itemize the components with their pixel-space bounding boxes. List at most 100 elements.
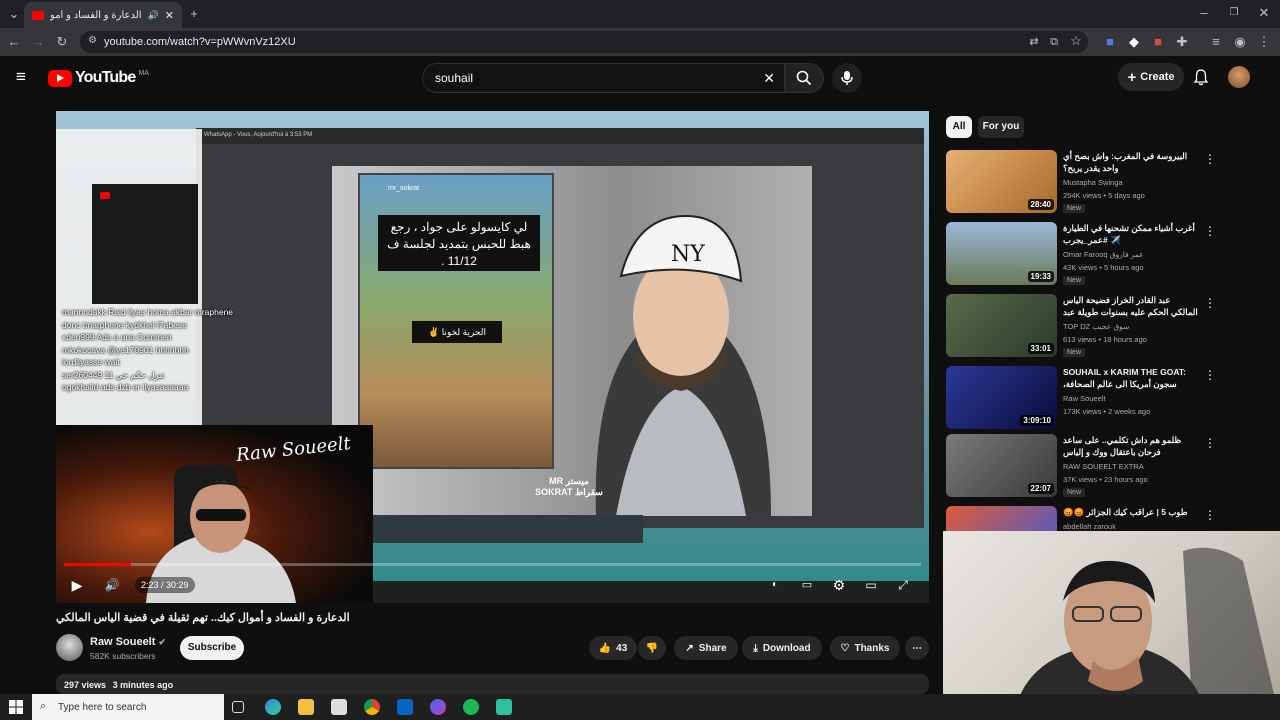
video-frame-caption: MR ميستر SOKRAT سقراط [535, 476, 603, 497]
restore-icon[interactable]: ❐ [1226, 6, 1242, 20]
upload-age: 3 minutes ago [112, 680, 174, 690]
thanks-button[interactable]: ♡ Thanks [830, 636, 900, 660]
forward-icon[interactable]: → [30, 35, 46, 49]
new-tab-icon[interactable]: + [186, 7, 202, 21]
spotify-icon[interactable] [463, 699, 479, 715]
share-button[interactable]: ↗ Share [674, 636, 738, 660]
extensions-puzzle-icon[interactable]: ✚ [1174, 35, 1190, 49]
minimize-icon[interactable]: – [1196, 6, 1212, 20]
recommendation-item[interactable]: 3:09:10 SOUHAIL x KARIM THE GOAT: سجون أ… [946, 366, 1218, 436]
video-frame-window-title: WhatsApp - Vous, Aujourd'hui à 3:53 PM [196, 128, 924, 144]
chrome-menu-icon[interactable]: ⋮ [1256, 35, 1272, 49]
browser-toolbar: ← → ↻ ⚙ youtube.com/watch?v=pWWvnVz12XU … [0, 28, 1280, 56]
bookmark-star-icon[interactable]: ☆ [1068, 34, 1084, 48]
tab-title: الدعارة و الفساد و أموال كيك.. [50, 9, 142, 21]
fullscreen-icon[interactable]: ⤢ [894, 577, 912, 593]
messenger-icon[interactable] [430, 699, 446, 715]
duration-badge: 33:01 [1027, 343, 1054, 354]
verified-check-icon: ✔ [158, 637, 167, 647]
user-avatar[interactable] [1228, 66, 1250, 88]
address-field[interactable]: ⚙ youtube.com/watch?v=pWWvnVz12XU [80, 31, 1088, 53]
create-label: Create [1140, 71, 1175, 83]
hamburger-menu-icon[interactable]: ≡ [16, 67, 26, 87]
recommendation-item[interactable]: 28:40 البيروسة في المغرب: واش بصح أي واح… [946, 150, 1218, 220]
search-button[interactable] [784, 63, 824, 93]
more-vertical-icon[interactable]: ⋮ [1204, 436, 1216, 450]
task-view-icon[interactable] [232, 701, 244, 713]
url-text: youtube.com/watch?v=pWWvnVz12XU [104, 36, 296, 48]
translate-icon[interactable]: ⇄ [1026, 35, 1042, 49]
progress-bar[interactable] [64, 563, 921, 566]
channel-name[interactable]: Raw Soueelt ✔ [90, 636, 166, 648]
chat-line: xden999 Ads a ana Commen [62, 332, 172, 342]
taskbar-search-field[interactable]: ⌕ Type here to search [32, 694, 224, 720]
windows-start-icon[interactable] [9, 700, 23, 714]
more-vertical-icon[interactable]: ⋮ [1204, 152, 1216, 166]
download-button[interactable]: ⤓ Download [742, 636, 822, 660]
voice-search-button[interactable] [832, 63, 862, 93]
recommendation-thumbnail: 28:40 [946, 150, 1057, 213]
autoplay-toggle-icon[interactable]: ◐ [766, 577, 784, 593]
outlook-icon[interactable] [397, 699, 413, 715]
recommendation-item[interactable]: طوب 5 | عراقب كيك الجزائر 😡😡 abdellah za… [946, 506, 1218, 531]
more-vertical-icon[interactable]: ⋮ [1204, 368, 1216, 382]
edge-icon[interactable] [265, 699, 281, 715]
subscribe-button[interactable]: Subscribe [180, 636, 244, 660]
chat-line: mannndakk Raid ilyas homa akbar mraphene [62, 307, 234, 317]
create-button[interactable]: + Create [1118, 63, 1184, 91]
play-icon[interactable]: ▶ [68, 577, 86, 593]
browser-tab[interactable]: الدعارة و الفساد و أموال كيك.. 🔊 ✕ [24, 2, 182, 28]
recommendation-title: البيروسة في المغرب: واش بصح أي واحد يقدر… [1063, 151, 1188, 173]
svg-text:NY: NY [671, 242, 705, 267]
search-input[interactable]: souhail ✕ [422, 63, 786, 93]
channel-name-text: Raw Soueelt [90, 636, 156, 648]
chip-for-you[interactable]: For you [978, 116, 1024, 138]
extension-2-icon[interactable]: ◆ [1126, 35, 1142, 49]
chrome-icon[interactable] [364, 699, 380, 715]
recommendation-meta: 254K views • 5 days ago [1063, 191, 1145, 200]
notifications-bell-icon[interactable] [1193, 69, 1209, 86]
app-icon[interactable] [496, 699, 512, 715]
reload-icon[interactable]: ↻ [54, 35, 70, 49]
chip-all[interactable]: All [946, 116, 972, 138]
description-box[interactable]: 297 views 3 minutes ago [56, 674, 929, 694]
extension-1-icon[interactable]: ■ [1102, 35, 1118, 49]
store-icon[interactable] [331, 699, 347, 715]
reading-list-icon[interactable]: ≡ [1208, 35, 1224, 49]
tab-close-icon[interactable]: ✕ [165, 9, 174, 22]
recommendation-meta: 173K views • 2 weeks ago [1063, 407, 1151, 416]
volume-icon[interactable]: 🔊 [103, 577, 121, 593]
logo-country: MA [138, 69, 149, 77]
profile-icon[interactable]: ◉ [1232, 35, 1248, 49]
audio-icon[interactable]: 🔊 [148, 10, 159, 21]
tab-list-icon[interactable]: ⌄ [6, 7, 22, 21]
recommendation-title: SOUHAIL x KARIM THE GOAT: سجون أمريكا ال… [1063, 367, 1186, 389]
youtube-favicon-icon [32, 10, 44, 20]
youtube-logo[interactable]: YouTube MA [48, 69, 149, 87]
windows-taskbar: ⌕ Type here to search [0, 694, 1280, 720]
recommendation-channel: Raw Soueelt [1063, 394, 1106, 403]
channel-avatar[interactable] [56, 634, 83, 661]
clear-search-icon[interactable]: ✕ [763, 70, 775, 87]
settings-gear-icon[interactable]: ⚙ [830, 577, 848, 593]
recommendation-item[interactable]: 33:01 عبد القادر الخراز فضيحة الياس الما… [946, 294, 1218, 364]
more-vertical-icon[interactable]: ⋮ [1204, 296, 1216, 310]
more-actions-button[interactable]: ⋯ [905, 636, 929, 660]
subtitles-icon[interactable]: ▭ [798, 577, 816, 593]
dislike-button[interactable]: 👎 [638, 636, 666, 660]
extension-3-icon[interactable]: ■ [1150, 35, 1166, 49]
file-explorer-icon[interactable] [298, 699, 314, 715]
recommendation-item[interactable]: 19:33 أغرب أشياء ممكن تشحنها في الطيارة … [946, 222, 1218, 292]
video-player[interactable]: WhatsApp - Vous, Aujourd'hui à 3:53 PM N… [56, 111, 929, 603]
theater-mode-icon[interactable]: ▭ [862, 577, 880, 593]
back-icon[interactable]: ← [6, 35, 22, 49]
more-vertical-icon[interactable]: ⋮ [1204, 224, 1216, 238]
site-info-icon[interactable]: ⚙ [88, 35, 97, 46]
video-frame-person: NY [595, 214, 771, 516]
recommendation-item[interactable]: 22:07 ظلمو هم داش تكلمي.. على ساعد فرحان… [946, 434, 1218, 504]
install-icon[interactable]: ⧉ [1046, 35, 1062, 49]
like-button[interactable]: 👍 43 [589, 636, 637, 660]
recommendation-thumbnail: 22:07 [946, 434, 1057, 497]
window-close-icon[interactable]: ✕ [1256, 6, 1272, 20]
more-vertical-icon[interactable]: ⋮ [1204, 508, 1216, 522]
